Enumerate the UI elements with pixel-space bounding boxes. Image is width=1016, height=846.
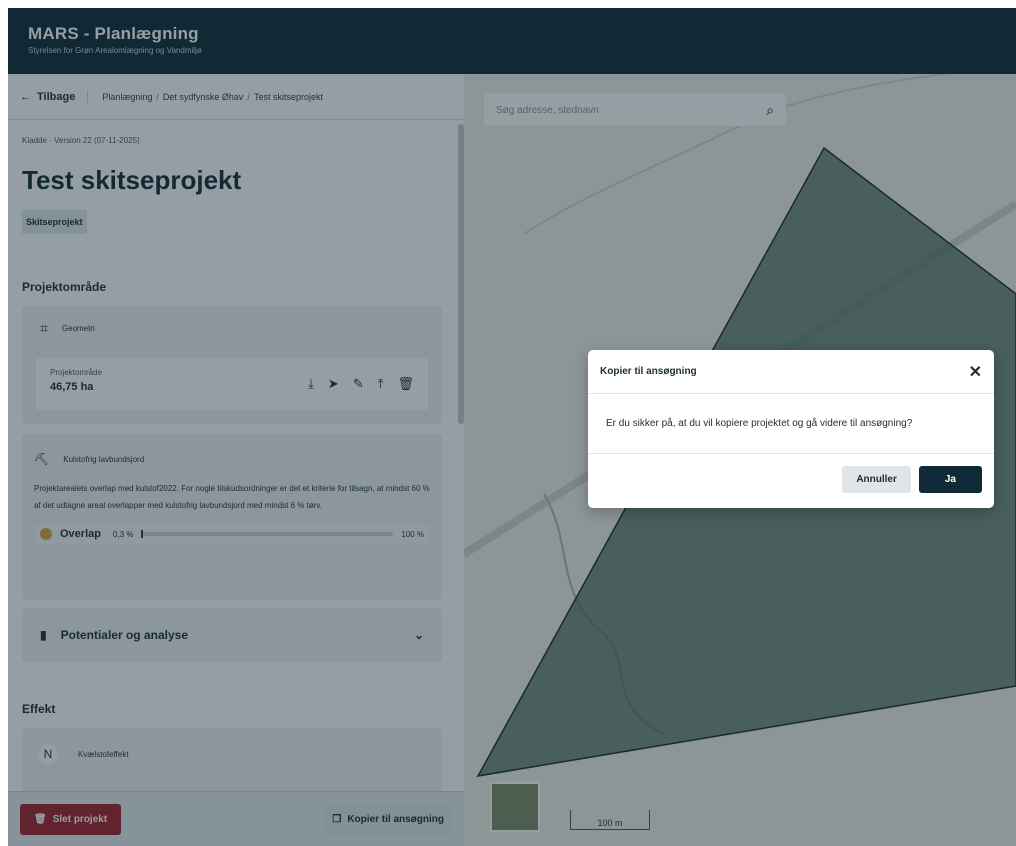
dialog-footer: Annuller Ja: [588, 454, 994, 505]
close-icon[interactable]: ✕: [969, 362, 982, 382]
cancel-button[interactable]: Annuller: [842, 466, 911, 493]
confirm-dialog: Kopier til ansøgning ✕ Er du sikker på, …: [588, 350, 994, 508]
dialog-title: Kopier til ansøgning: [600, 366, 697, 377]
dialog-header: Kopier til ansøgning ✕: [588, 350, 994, 394]
confirm-button[interactable]: Ja: [918, 466, 982, 493]
dialog-body: Er du sikker på, at du vil kopiere proje…: [588, 394, 994, 454]
